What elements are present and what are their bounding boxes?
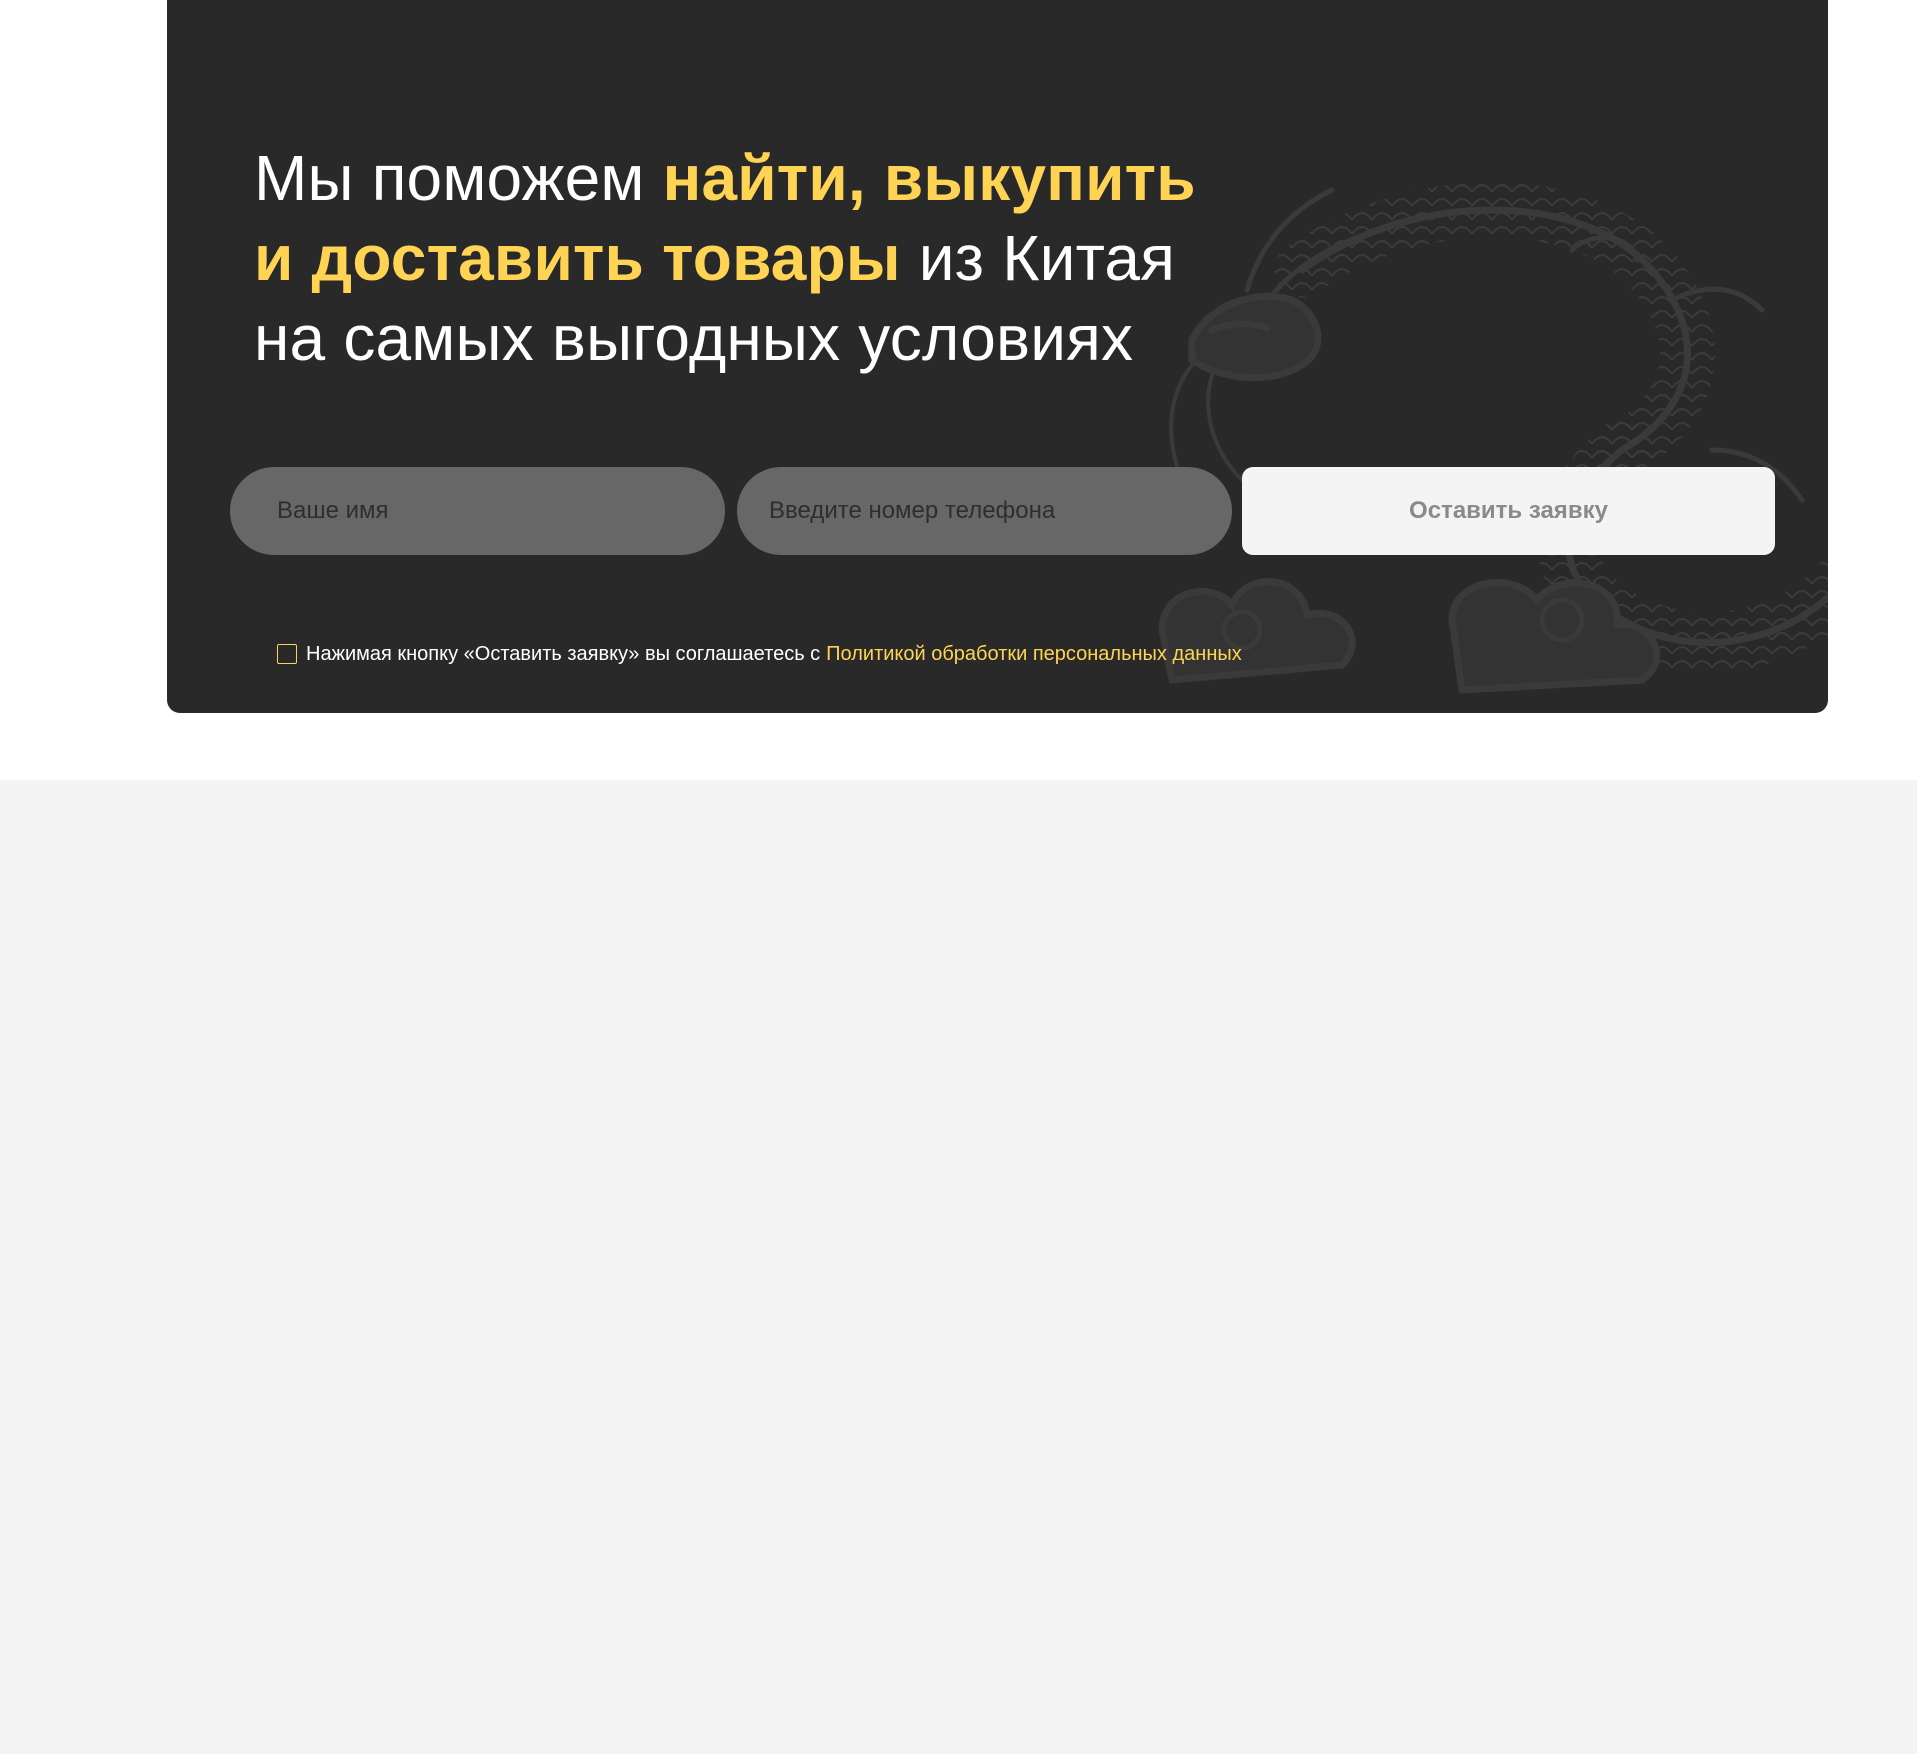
headline-part-2: из Китая [900, 222, 1176, 294]
headline-part-1: Мы поможем [254, 142, 663, 214]
headline-part-3: на самых выгодных условиях [254, 302, 1134, 374]
headline-highlight-1: найти, выкупить [662, 142, 1196, 214]
hero-headline: Мы поможем найти, выкупить и доставить то… [254, 138, 1354, 378]
privacy-policy-link[interactable]: Политикой обработки персональных данных [826, 643, 1242, 666]
page-lower-background [0, 780, 1917, 1754]
name-input[interactable] [230, 467, 725, 555]
phone-input[interactable] [737, 467, 1232, 555]
submit-request-button[interactable]: Оставить заявку [1242, 467, 1775, 555]
consent-text: Нажимая кнопку «Оставить заявку» вы согл… [306, 642, 821, 665]
consent-row: Нажимая кнопку «Оставить заявку» вы согл… [277, 641, 1242, 667]
consent-checkbox[interactable] [277, 644, 297, 664]
lead-form-card: Мы поможем найти, выкупить и доставить то… [167, 0, 1828, 713]
headline-highlight-2: и доставить товары [254, 222, 901, 294]
